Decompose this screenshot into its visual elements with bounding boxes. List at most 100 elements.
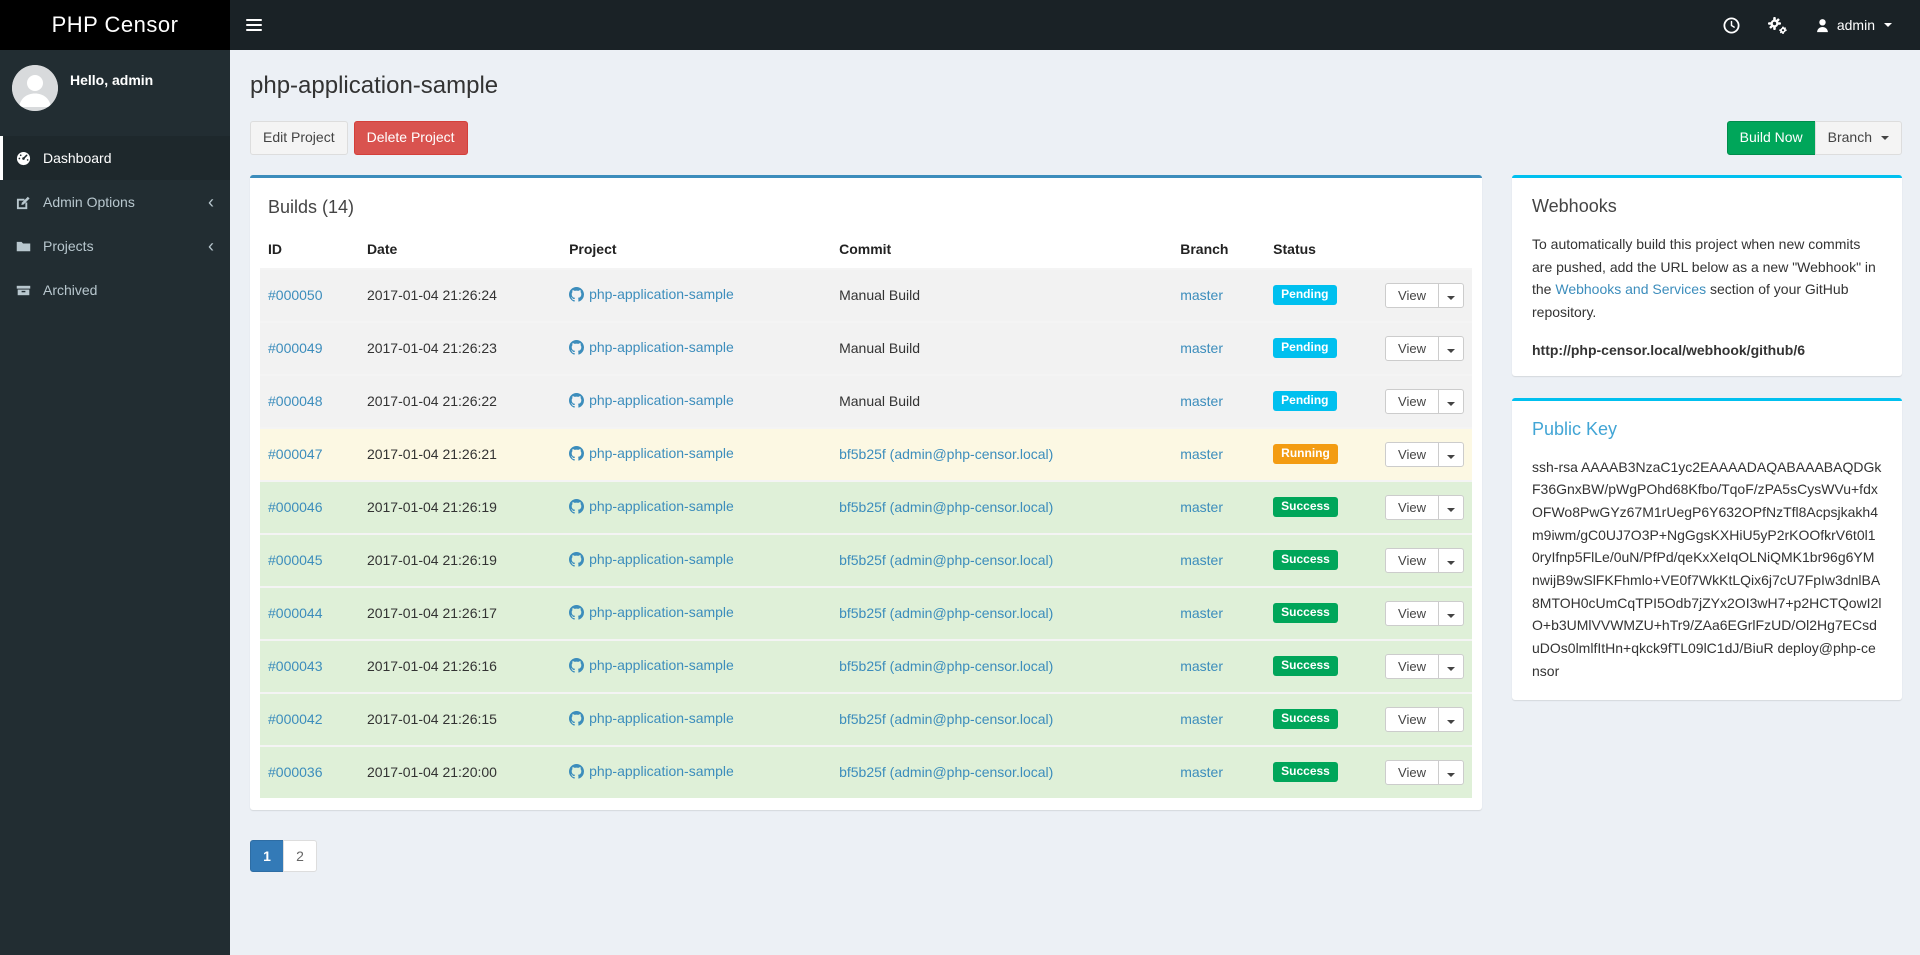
- build-now-button[interactable]: Build Now: [1726, 121, 1816, 155]
- column-header-branch: Branch: [1172, 231, 1266, 270]
- build-commit: Manual Build: [831, 373, 1173, 428]
- view-button[interactable]: View: [1385, 600, 1439, 626]
- sidebar-item-archived[interactable]: Archived: [0, 268, 230, 312]
- commit-link[interactable]: bf5b25f (admin@php-censor.local): [839, 446, 1053, 462]
- user-menu[interactable]: admin: [1801, 0, 1906, 50]
- brand-logo[interactable]: PHP Censor: [0, 0, 230, 50]
- view-button[interactable]: View: [1385, 335, 1439, 361]
- settings-button[interactable]: [1754, 0, 1801, 50]
- branch-link[interactable]: master: [1180, 552, 1223, 568]
- build-id-link[interactable]: #000036: [268, 764, 323, 780]
- view-dropdown-toggle[interactable]: [1438, 441, 1464, 467]
- commit-link[interactable]: bf5b25f (admin@php-censor.local): [839, 711, 1053, 727]
- branch-dropdown-button[interactable]: Branch: [1814, 121, 1902, 155]
- build-id-link[interactable]: #000046: [268, 499, 323, 515]
- view-button[interactable]: View: [1385, 706, 1439, 732]
- pagination-page-2[interactable]: 2: [283, 839, 317, 872]
- view-button[interactable]: View: [1385, 441, 1439, 467]
- github-icon: [569, 710, 585, 726]
- commit-link[interactable]: bf5b25f (admin@php-censor.local): [839, 499, 1053, 515]
- branch-link[interactable]: master: [1180, 605, 1223, 621]
- view-button-group: View: [1385, 547, 1464, 573]
- view-button[interactable]: View: [1385, 547, 1439, 573]
- view-button[interactable]: View: [1385, 653, 1439, 679]
- commit-link[interactable]: bf5b25f (admin@php-censor.local): [839, 764, 1053, 780]
- gears-icon: [1767, 16, 1787, 34]
- table-header-row: ID Date Project Commit Branch Status: [260, 231, 1472, 270]
- view-dropdown-toggle[interactable]: [1438, 494, 1464, 520]
- build-commit: bf5b25f (admin@php-censor.local): [831, 426, 1173, 481]
- branch-link[interactable]: master: [1180, 340, 1223, 356]
- build-queue-button[interactable]: [1709, 0, 1754, 50]
- build-id-link[interactable]: #000049: [268, 340, 323, 356]
- delete-project-button[interactable]: Delete Project: [353, 121, 468, 155]
- build-id-link[interactable]: #000048: [268, 393, 323, 409]
- status-badge: Pending: [1273, 391, 1337, 412]
- branch-link[interactable]: master: [1180, 287, 1223, 303]
- commit-link[interactable]: bf5b25f (admin@php-censor.local): [839, 605, 1053, 621]
- view-dropdown-toggle[interactable]: [1438, 759, 1464, 785]
- build-id-link[interactable]: #000042: [268, 711, 323, 727]
- view-button-group: View: [1385, 441, 1464, 467]
- edit-project-button[interactable]: Edit Project: [250, 121, 348, 155]
- branch-link[interactable]: master: [1180, 711, 1223, 727]
- pagination-page-1[interactable]: 1: [250, 839, 284, 872]
- view-button[interactable]: View: [1385, 494, 1439, 520]
- view-dropdown-toggle[interactable]: [1438, 547, 1464, 573]
- status-badge: Pending: [1273, 285, 1337, 306]
- build-id-link[interactable]: #000043: [268, 658, 323, 674]
- project-link[interactable]: php-application-sample: [569, 657, 734, 673]
- branch-link[interactable]: master: [1180, 499, 1223, 515]
- project-link[interactable]: php-application-sample: [569, 604, 734, 620]
- github-icon: [569, 763, 585, 779]
- view-button[interactable]: View: [1385, 282, 1439, 308]
- status-badge: Success: [1273, 550, 1338, 571]
- build-id-link[interactable]: #000047: [268, 446, 323, 462]
- view-button-group: View: [1385, 388, 1464, 414]
- view-button[interactable]: View: [1385, 388, 1439, 414]
- table-row: #000045 2017-01-04 21:26:19 php-applicat…: [260, 532, 1472, 587]
- sidebar-item-projects[interactable]: Projects ‹: [0, 224, 230, 268]
- view-dropdown-toggle[interactable]: [1438, 282, 1464, 308]
- view-dropdown-toggle[interactable]: [1438, 653, 1464, 679]
- view-dropdown-toggle[interactable]: [1438, 335, 1464, 361]
- sidebar-toggle-button[interactable]: [230, 0, 278, 50]
- project-link[interactable]: php-application-sample: [569, 498, 734, 514]
- commit-link[interactable]: bf5b25f (admin@php-censor.local): [839, 658, 1053, 674]
- build-commit: bf5b25f (admin@php-censor.local): [831, 691, 1173, 746]
- caret-down-icon: [1447, 560, 1455, 565]
- build-id-link[interactable]: #000050: [268, 287, 323, 303]
- view-button-group: View: [1385, 494, 1464, 520]
- build-id-link[interactable]: #000044: [268, 605, 323, 621]
- view-dropdown-toggle[interactable]: [1438, 388, 1464, 414]
- table-row: #000048 2017-01-04 21:26:22 php-applicat…: [260, 373, 1472, 428]
- view-dropdown-toggle[interactable]: [1438, 600, 1464, 626]
- branch-link[interactable]: master: [1180, 393, 1223, 409]
- view-dropdown-toggle[interactable]: [1438, 706, 1464, 732]
- branch-link[interactable]: master: [1180, 658, 1223, 674]
- project-link[interactable]: php-application-sample: [569, 710, 734, 726]
- webhooks-box: Webhooks To automatically build this pro…: [1512, 174, 1902, 376]
- chevron-down-icon: [1884, 23, 1892, 27]
- sidebar-item-dashboard[interactable]: Dashboard: [0, 136, 230, 180]
- view-button[interactable]: View: [1385, 759, 1439, 785]
- table-row: #000046 2017-01-04 21:26:19 php-applicat…: [260, 479, 1472, 534]
- commit-link[interactable]: bf5b25f (admin@php-censor.local): [839, 552, 1053, 568]
- hamburger-icon: [246, 19, 262, 21]
- avatar-person-icon: [12, 65, 58, 111]
- project-link[interactable]: php-application-sample: [569, 392, 734, 408]
- webhooks-services-link[interactable]: Webhooks and Services: [1555, 281, 1706, 297]
- project-link[interactable]: php-application-sample: [569, 445, 734, 461]
- project-link[interactable]: php-application-sample: [569, 551, 734, 567]
- project-link[interactable]: php-application-sample: [569, 339, 734, 355]
- column-header-commit: Commit: [831, 231, 1173, 270]
- view-button-group: View: [1385, 759, 1464, 785]
- project-link[interactable]: php-application-sample: [569, 286, 734, 302]
- github-icon: [569, 445, 585, 461]
- github-icon: [569, 286, 585, 302]
- sidebar-item-admin-options[interactable]: Admin Options ‹: [0, 180, 230, 224]
- branch-link[interactable]: master: [1180, 446, 1223, 462]
- build-id-link[interactable]: #000045: [268, 552, 323, 568]
- project-link[interactable]: php-application-sample: [569, 763, 734, 779]
- branch-link[interactable]: master: [1180, 764, 1223, 780]
